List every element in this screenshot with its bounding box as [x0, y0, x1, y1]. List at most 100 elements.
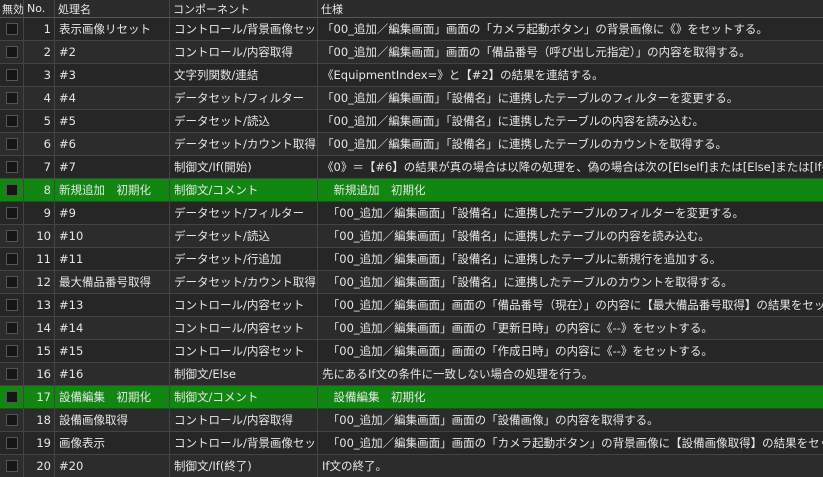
component-name[interactable]: コントロール/背景画像セット — [170, 432, 318, 455]
process-name[interactable]: #5 — [55, 110, 170, 133]
specification[interactable]: 「00_追加／編集画面」「設備名」に連携したテーブルの内容を読み込む。 — [318, 110, 823, 133]
table-row[interactable]: 16 #16 制御文/Else 先にあるIf文の条件に一致しない場合の処理を行う。 — [0, 363, 823, 386]
component-name[interactable]: データセット/読込 — [170, 225, 318, 248]
disabled-checkbox[interactable] — [5, 345, 18, 357]
header-name[interactable]: 処理名 — [55, 0, 170, 18]
disabled-checkbox[interactable] — [5, 230, 18, 242]
disabled-checkbox[interactable] — [5, 437, 18, 449]
table-row[interactable]: 2 #2 コントロール/内容取得 「00_追加／編集画面」画面の「備品番号（呼び出し元… — [0, 41, 823, 64]
process-name[interactable]: 表示画像リセット — [55, 18, 170, 41]
disabled-checkbox[interactable] — [5, 69, 18, 81]
table-row[interactable]: 7 #7 制御文/If(開始) 《0》＝【#6】の結果が真の場合は以降の処理を、偽の場… — [0, 156, 823, 179]
table-row[interactable]: 1 表示画像リセット コントロール/背景画像セット 「00_追加／編集画面」画面の「カ… — [0, 18, 823, 41]
table-row[interactable]: 12 最大備品番号取得 データセット/カウント取得 「00_追加／編集画面」「設備名… — [0, 271, 823, 294]
process-name[interactable]: 画像表示 — [55, 432, 170, 455]
process-name[interactable]: #7 — [55, 156, 170, 179]
process-name[interactable]: #13 — [55, 294, 170, 317]
component-name[interactable]: データセット/フィルター — [170, 202, 318, 225]
specification[interactable]: 《EquipmentIndex=》と【#2】の結果を連結する。 — [318, 64, 823, 87]
specification[interactable]: 「00_追加／編集画面」「設備名」に連携したテーブルのフィルターを変更する。 — [318, 202, 823, 225]
process-name[interactable]: #11 — [55, 248, 170, 271]
component-name[interactable]: 制御文/If(終了) — [170, 455, 318, 477]
process-name[interactable]: #4 — [55, 87, 170, 110]
specification[interactable]: 「00_追加／編集画面」画面の「備品番号（呼び出し元指定）」の内容を取得する。 — [318, 41, 823, 64]
disabled-checkbox[interactable] — [5, 184, 18, 196]
comment-row[interactable]: 8 新規追加 初期化 制御文/コメント 新規追加 初期化 — [0, 179, 823, 202]
specification[interactable]: 「00_追加／編集画面」「設備名」に連携したテーブルのカウントを取得する。 — [318, 271, 823, 294]
specification[interactable]: 新規追加 初期化 — [318, 179, 823, 202]
table-row[interactable]: 10 #10 データセット/読込 「00_追加／編集画面」「設備名」に連携したテーブ… — [0, 225, 823, 248]
specification[interactable]: If文の終了。 — [318, 455, 823, 477]
disabled-checkbox[interactable] — [5, 92, 18, 104]
disabled-checkbox[interactable] — [5, 161, 18, 173]
table-row[interactable]: 19 画像表示 コントロール/背景画像セット 「00_追加／編集画面」画面の「カメラ… — [0, 432, 823, 455]
process-name[interactable]: #15 — [55, 340, 170, 363]
component-name[interactable]: コントロール/背景画像セット — [170, 18, 318, 41]
specification[interactable]: 「00_追加／編集画面」画面の「作成日時」の内容に《--》をセットする。 — [318, 340, 823, 363]
table-row[interactable]: 6 #6 データセット/カウント取得 「00_追加／編集画面」「設備名」に連携したテー… — [0, 133, 823, 156]
process-name[interactable]: #20 — [55, 455, 170, 477]
process-name[interactable]: #3 — [55, 64, 170, 87]
table-row[interactable]: 14 #14 コントロール/内容セット 「00_追加／編集画面」画面の「更新日時」の… — [0, 317, 823, 340]
disabled-checkbox[interactable] — [5, 391, 18, 403]
disabled-checkbox[interactable] — [5, 138, 18, 150]
disabled-checkbox[interactable] — [5, 322, 18, 334]
header-disabled[interactable]: 無効 — [0, 0, 24, 18]
component-name[interactable]: 制御文/コメント — [170, 386, 318, 409]
component-name[interactable]: コントロール/内容取得 — [170, 409, 318, 432]
disabled-checkbox[interactable] — [5, 299, 18, 311]
disabled-checkbox[interactable] — [5, 368, 18, 380]
table-row[interactable]: 9 #9 データセット/フィルター 「00_追加／編集画面」「設備名」に連携したテー… — [0, 202, 823, 225]
specification[interactable]: 「00_追加／編集画面」「設備名」に連携したテーブルの内容を読み込む。 — [318, 225, 823, 248]
component-name[interactable]: 制御文/If(開始) — [170, 156, 318, 179]
specification[interactable]: 「00_追加／編集画面」「設備名」に連携したテーブルのカウントを取得する。 — [318, 133, 823, 156]
component-name[interactable]: データセット/行追加 — [170, 248, 318, 271]
header-no[interactable]: No. — [24, 0, 55, 18]
process-name[interactable]: 設備編集 初期化 — [55, 386, 170, 409]
specification[interactable]: 「00_追加／編集画面」画面の「設備画像」の内容を取得する。 — [318, 409, 823, 432]
table-row[interactable]: 5 #5 データセット/読込 「00_追加／編集画面」「設備名」に連携したテーブルの内… — [0, 110, 823, 133]
disabled-checkbox[interactable] — [5, 46, 18, 58]
specification[interactable]: 「00_追加／編集画面」画面の「カメラ起動ボタン」の背景画像に【設備画像取得】の… — [318, 432, 823, 455]
process-name[interactable]: 最大備品番号取得 — [55, 271, 170, 294]
component-name[interactable]: データセット/フィルター — [170, 87, 318, 110]
process-name[interactable]: #14 — [55, 317, 170, 340]
disabled-checkbox[interactable] — [5, 253, 18, 265]
header-spec[interactable]: 仕様 — [318, 0, 823, 18]
process-name[interactable]: 設備画像取得 — [55, 409, 170, 432]
specification[interactable]: 先にあるIf文の条件に一致しない場合の処理を行う。 — [318, 363, 823, 386]
table-row[interactable]: 15 #15 コントロール/内容セット 「00_追加／編集画面」画面の「作成日時」の… — [0, 340, 823, 363]
component-name[interactable]: データセット/読込 — [170, 110, 318, 133]
component-name[interactable]: データセット/カウント取得 — [170, 133, 318, 156]
disabled-checkbox[interactable] — [5, 23, 18, 35]
specification[interactable]: 《0》＝【#6】の結果が真の場合は以降の処理を、偽の場合は次の[ElseIf]ま… — [318, 156, 823, 179]
table-row[interactable]: 3 #3 文字列関数/連結 《EquipmentIndex=》と【#2】の結果を連結す… — [0, 64, 823, 87]
process-name[interactable]: #10 — [55, 225, 170, 248]
process-name[interactable]: 新規追加 初期化 — [55, 179, 170, 202]
table-row[interactable]: 4 #4 データセット/フィルター 「00_追加／編集画面」「設備名」に連携したテーブ… — [0, 87, 823, 110]
process-name[interactable]: #9 — [55, 202, 170, 225]
disabled-checkbox[interactable] — [5, 115, 18, 127]
component-name[interactable]: コントロール/内容セット — [170, 294, 318, 317]
component-name[interactable]: コントロール/内容セット — [170, 317, 318, 340]
component-name[interactable]: 制御文/コメント — [170, 179, 318, 202]
component-name[interactable]: 制御文/Else — [170, 363, 318, 386]
header-component[interactable]: コンポーネント — [170, 0, 318, 18]
specification[interactable]: 「00_追加／編集画面」「設備名」に連携したテーブルに新規行を追加する。 — [318, 248, 823, 271]
component-name[interactable]: 文字列関数/連結 — [170, 64, 318, 87]
specification[interactable]: 「00_追加／編集画面」画面の「備品番号（現在）」の内容に【最大備品番号取得】の… — [318, 294, 823, 317]
table-row[interactable]: 20 #20 制御文/If(終了) If文の終了。 — [0, 455, 823, 477]
table-row[interactable]: 18 設備画像取得 コントロール/内容取得 「00_追加／編集画面」画面の「設備画像… — [0, 409, 823, 432]
component-name[interactable]: コントロール/内容取得 — [170, 41, 318, 64]
disabled-checkbox[interactable] — [5, 276, 18, 288]
process-name[interactable]: #6 — [55, 133, 170, 156]
comment-row[interactable]: 17 設備編集 初期化 制御文/コメント 設備編集 初期化 — [0, 386, 823, 409]
disabled-checkbox[interactable] — [5, 460, 18, 472]
component-name[interactable]: コントロール/内容セット — [170, 340, 318, 363]
specification[interactable]: 「00_追加／編集画面」画面の「更新日時」の内容に《--》をセットする。 — [318, 317, 823, 340]
table-row[interactable]: 13 #13 コントロール/内容セット 「00_追加／編集画面」画面の「備品番号（現… — [0, 294, 823, 317]
component-name[interactable]: データセット/カウント取得 — [170, 271, 318, 294]
specification[interactable]: 「00_追加／編集画面」画面の「カメラ起動ボタン」の背景画像に《》をセットする。 — [318, 18, 823, 41]
specification[interactable]: 設備編集 初期化 — [318, 386, 823, 409]
specification[interactable]: 「00_追加／編集画面」「設備名」に連携したテーブルのフィルターを変更する。 — [318, 87, 823, 110]
